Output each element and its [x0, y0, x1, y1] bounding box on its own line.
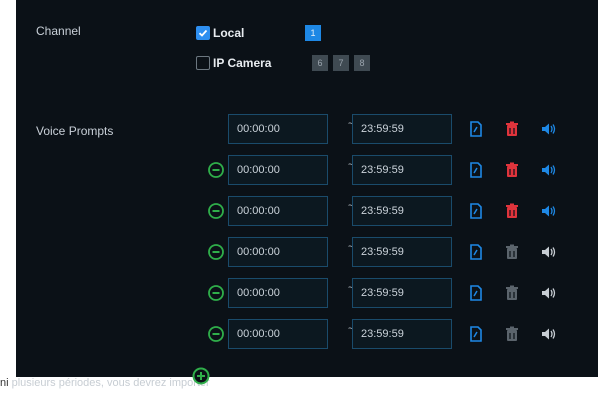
footer-rest: plusieurs périodes, vous devrez importer	[11, 377, 210, 389]
start-time-field[interactable]: 00:00:00	[228, 114, 328, 144]
voice-prompt-row: 00:00:00 ~ 23:59:59	[16, 278, 598, 312]
ip-channel-8[interactable]: 8	[354, 55, 370, 71]
end-time-field[interactable]: 23:59:59	[352, 114, 452, 144]
start-time-field[interactable]: 00:00:00	[228, 155, 328, 185]
add-circle-icon[interactable]	[192, 367, 210, 385]
remove-circle-icon[interactable]	[208, 203, 224, 219]
ip-channel-7[interactable]: 7	[333, 55, 349, 71]
page-root: Channel Local 1 IP Camera 6 7 8 Voice Pr…	[0, 0, 598, 394]
file-icon[interactable]	[468, 121, 484, 137]
local-label: Local	[213, 26, 245, 40]
end-time-field[interactable]: 23:59:59	[352, 237, 452, 267]
voice-prompt-row: 00:00:00 ~ 23:59:59	[16, 114, 598, 148]
remove-circle-icon[interactable]	[208, 285, 224, 301]
speaker-icon[interactable]	[540, 326, 556, 342]
trash-icon[interactable]	[504, 285, 520, 301]
voice-prompt-row: 00:00:00 ~ 23:59:59	[16, 237, 598, 271]
speaker-icon[interactable]	[540, 244, 556, 260]
ip-channel-6[interactable]: 6	[312, 55, 328, 71]
end-time-field[interactable]: 23:59:59	[352, 196, 452, 226]
remove-circle-icon[interactable]	[208, 162, 224, 178]
trash-icon[interactable]	[504, 326, 520, 342]
remove-circle-icon[interactable]	[208, 244, 224, 260]
speaker-icon[interactable]	[540, 203, 556, 219]
channel-label: Channel	[36, 24, 81, 38]
remove-circle-icon[interactable]	[208, 326, 224, 342]
file-icon[interactable]	[468, 326, 484, 342]
file-icon[interactable]	[468, 285, 484, 301]
end-time-field[interactable]: 23:59:59	[352, 319, 452, 349]
start-time-field[interactable]: 00:00:00	[228, 196, 328, 226]
trash-icon[interactable]	[504, 121, 520, 137]
speaker-icon[interactable]	[540, 121, 556, 137]
trash-icon[interactable]	[504, 244, 520, 260]
speaker-icon[interactable]	[540, 162, 556, 178]
footer-caption: ni plusieurs périodes, vous devrez impor…	[0, 377, 210, 389]
end-time-field[interactable]: 23:59:59	[352, 278, 452, 308]
check-icon	[198, 29, 208, 37]
file-icon[interactable]	[468, 203, 484, 219]
local-channel-1[interactable]: 1	[305, 25, 321, 41]
trash-icon[interactable]	[504, 203, 520, 219]
start-time-field[interactable]: 00:00:00	[228, 319, 328, 349]
voice-prompt-row: 00:00:00 ~ 23:59:59	[16, 196, 598, 230]
trash-icon[interactable]	[504, 162, 520, 178]
settings-panel: Channel Local 1 IP Camera 6 7 8 Voice Pr…	[16, 0, 598, 377]
end-time-field[interactable]: 23:59:59	[352, 155, 452, 185]
file-icon[interactable]	[468, 244, 484, 260]
footer-prefix: ni	[0, 377, 9, 389]
voice-prompt-row: 00:00:00 ~ 23:59:59	[16, 319, 598, 353]
start-time-field[interactable]: 00:00:00	[228, 278, 328, 308]
ip-camera-checkbox[interactable]	[196, 56, 210, 70]
ip-camera-label: IP Camera	[213, 56, 272, 70]
start-time-field[interactable]: 00:00:00	[228, 237, 328, 267]
local-checkbox[interactable]	[196, 26, 210, 40]
speaker-icon[interactable]	[540, 285, 556, 301]
file-icon[interactable]	[468, 162, 484, 178]
voice-prompt-row: 00:00:00 ~ 23:59:59	[16, 155, 598, 189]
